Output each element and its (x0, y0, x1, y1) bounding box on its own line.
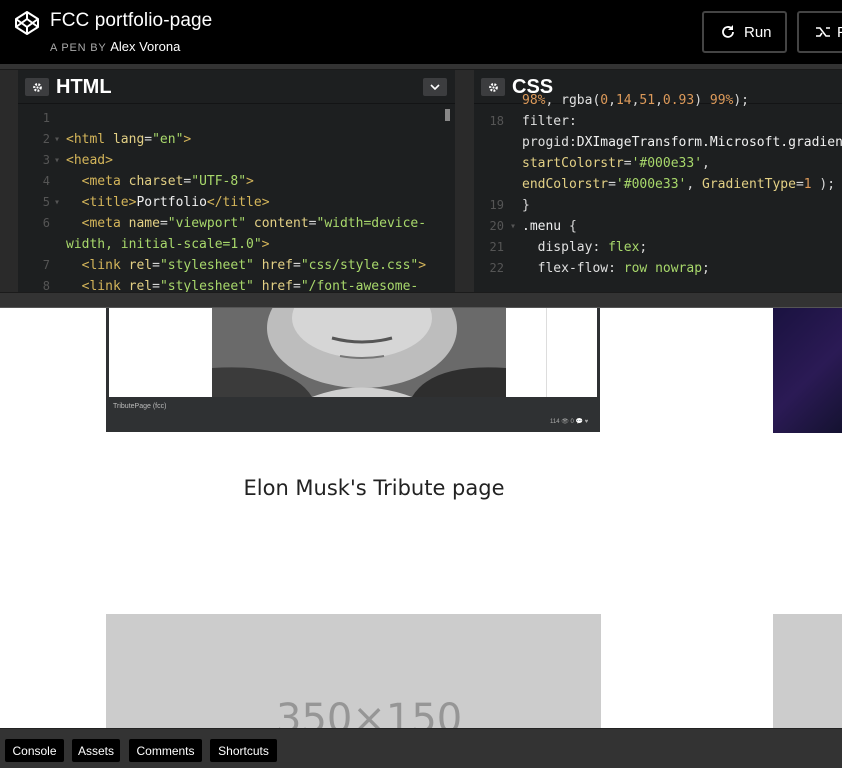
fork-button[interactable]: F (797, 11, 842, 53)
thumbnail-divider (546, 308, 547, 397)
author-link[interactable]: Alex Vorona (110, 39, 180, 54)
code-text: 98%, rgba(0,14,51,0.93) 99%); (522, 93, 750, 108)
code-text: <meta name="viewport" content="width=dev… (81, 216, 427, 231)
tribute-page-link[interactable]: Elon Musk's Tribute page (0, 476, 748, 500)
editors-resize-bottom[interactable] (0, 292, 842, 308)
run-label: Run (744, 23, 772, 41)
portrait-image (212, 308, 506, 397)
comments-button[interactable]: Comments (129, 739, 202, 762)
placeholder-image: 350×150 (106, 614, 601, 728)
code-text: } (522, 198, 530, 213)
pen-card-tribute[interactable]: TributePage (fcc) 114 👁 0 💬 ♥ (106, 308, 600, 432)
fold-toggle-icon[interactable]: ▾ (54, 192, 60, 213)
line-number: 2 (42, 132, 50, 146)
line-number: 8 (42, 279, 50, 292)
fold-toggle-icon[interactable]: ▾ (510, 216, 516, 237)
pen-byline: A PEN BY Alex Vorona (50, 39, 180, 54)
html-editor-menu-button[interactable] (423, 78, 447, 96)
pen-card-thumbnail-partial[interactable] (773, 308, 842, 433)
code-text: <meta charset="UTF-8"> (81, 174, 254, 189)
line-number: 6 (42, 216, 50, 230)
code-text: flex-flow: row nowrap; (537, 261, 710, 276)
css-editor[interactable]: CSS 98%, rgba(0,14,51,0.93) 99%); 18 filt… (474, 70, 842, 292)
editor-resize-handle[interactable] (455, 70, 474, 292)
pen-header: FCC portfolio-page A PEN BY Alex Vorona … (0, 0, 842, 64)
code-text: <link rel="stylesheet" href="css/style.c… (81, 258, 427, 273)
line-number: 4 (42, 174, 50, 188)
html-editor-scrollbar[interactable] (445, 109, 450, 121)
line-number: 7 (42, 258, 50, 272)
pen-card-title[interactable]: TributePage (fcc) (113, 403, 166, 410)
html-settings-button[interactable] (25, 78, 49, 96)
code-text: width, initial-scale=1.0"> (66, 237, 270, 252)
code-text: display: flex; (537, 240, 648, 255)
line-number: 5 (42, 195, 50, 209)
fold-toggle-icon[interactable]: ▾ (54, 150, 60, 171)
pen-card-stats: 114 👁 0 💬 ♥ (550, 419, 589, 425)
fork-icon (816, 27, 830, 37)
code-text: <head> (66, 153, 113, 168)
line-number: 20 (489, 219, 504, 233)
shortcuts-button[interactable]: Shortcuts (210, 739, 277, 762)
pen-title[interactable]: FCC portfolio-page (50, 10, 212, 32)
code-text: <html lang="en"> (66, 132, 192, 147)
code-text: endColorstr='#000e33', GradientType=1 ); (522, 177, 836, 192)
css-settings-button[interactable] (481, 78, 505, 96)
gear-icon (32, 82, 42, 92)
code-text: startColorstr='#000e33', (522, 156, 710, 171)
line-number: 19 (489, 198, 504, 212)
code-text: <link rel="stylesheet" href="/font-aweso… (81, 279, 419, 292)
line-number: 22 (489, 261, 504, 275)
code-text: <title>Portfolio</title> (81, 195, 270, 210)
refresh-icon (722, 25, 734, 38)
tribute-page-link-text[interactable]: Elon Musk's Tribute page (244, 476, 505, 500)
assets-button[interactable]: Assets (72, 739, 120, 762)
fold-toggle-icon[interactable]: ▾ (54, 129, 60, 150)
placeholder-image-partial (773, 614, 842, 728)
editors-area: HTML 1 2 ▾ <html lang="en"> 3 ▾ <head> 4 <me… (0, 64, 842, 308)
preview-pane: TributePage (fcc) 114 👁 0 💬 ♥ Elon Musk'… (0, 308, 842, 728)
html-editor[interactable]: HTML 1 2 ▾ <html lang="en"> 3 ▾ <head> 4 <me… (18, 70, 455, 292)
codepen-logo-icon[interactable] (14, 10, 40, 36)
fork-label: F (837, 23, 842, 41)
line-number: 21 (489, 240, 504, 254)
code-text: .menu { (522, 219, 577, 234)
html-editor-title: HTML (56, 76, 112, 98)
chevron-down-icon (430, 84, 440, 90)
code-text: progid:DXImageTransform.Microsoft.gradie… (522, 135, 842, 150)
line-number: 3 (42, 153, 50, 167)
gear-icon (488, 82, 498, 92)
editor-left-gutter (0, 70, 18, 292)
html-editor-header: HTML (18, 70, 455, 104)
line-number: 1 (42, 111, 50, 125)
line-number: 18 (489, 114, 504, 128)
pen-card-thumbnail[interactable] (109, 308, 597, 397)
run-button[interactable]: Run (702, 11, 787, 53)
code-text: filter: (522, 114, 577, 129)
console-button[interactable]: Console (5, 739, 64, 762)
portrait-art (212, 308, 506, 397)
byline-prefix: A PEN BY (50, 42, 107, 54)
pen-footer: Console Assets Comments Shortcuts (0, 728, 842, 768)
placeholder-size-text: 350×150 (276, 696, 463, 728)
